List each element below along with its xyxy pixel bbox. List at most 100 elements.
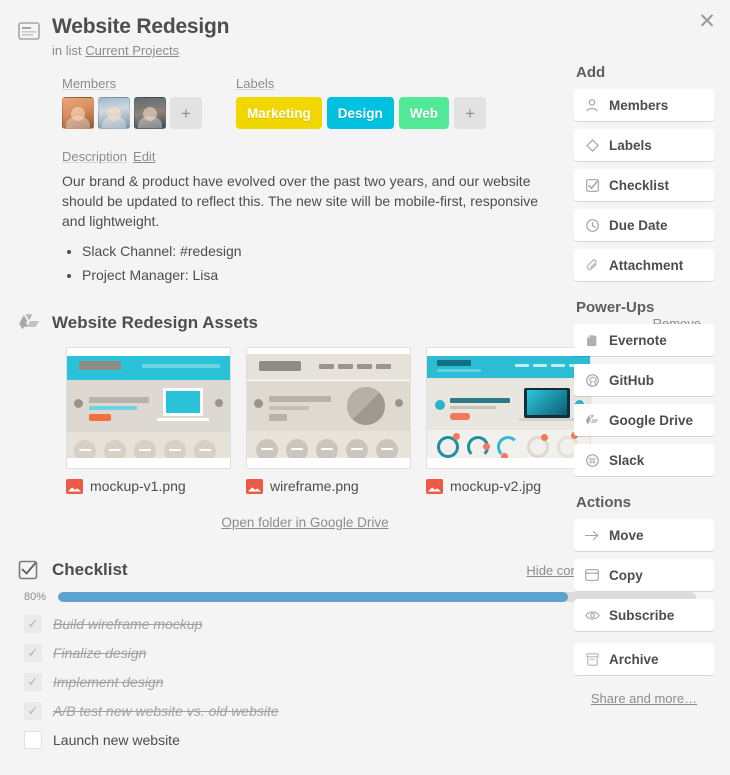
sidebar-item-subscribe[interactable]: Subscribe (574, 599, 714, 631)
checklist-item-label: Implement design (53, 673, 164, 690)
card-window-icon (18, 14, 44, 40)
sidebar-item-label: Checklist (609, 177, 670, 193)
checklist-checkbox[interactable]: ✓ (24, 701, 42, 720)
open-folder-link[interactable]: Open folder in Google Drive (221, 515, 388, 530)
card-detail-panel: ✕ Website Redesign in list Current Proje… (0, 0, 730, 775)
image-file-icon (246, 478, 263, 494)
checklist-title: Checklist (52, 560, 128, 579)
description-bullet: Project Manager: Lisa (82, 263, 544, 287)
members-heading[interactable]: Members (62, 76, 202, 91)
attachment-item: mockup-v1.png (66, 347, 231, 494)
sidebar-item-label: Archive (609, 651, 659, 667)
label-design[interactable]: Design (326, 97, 394, 129)
description-bullets: Slack Channel: #redesign Project Manager… (62, 239, 544, 287)
sidebar-heading-power-ups: Power-Ups (576, 299, 655, 316)
clock-icon (584, 218, 600, 232)
sidebar-item-labels[interactable]: Labels (574, 129, 714, 161)
checklist-item-label: Launch new website (53, 731, 180, 748)
checklist-checkbox[interactable] (24, 730, 42, 749)
breadcrumb: in list Current Projects (52, 43, 229, 58)
label-marketing[interactable]: Marketing (236, 97, 322, 129)
member-avatar-2[interactable] (98, 97, 130, 129)
member-avatar-1[interactable] (62, 97, 94, 129)
label-web[interactable]: Web (398, 97, 450, 129)
attachment-filename-row[interactable]: mockup-v1.png (66, 478, 231, 494)
archive-box-icon (584, 652, 600, 666)
sidebar-item-move[interactable]: Move (574, 519, 714, 551)
description-bullet: Slack Channel: #redesign (82, 239, 544, 263)
progress-fill (58, 592, 569, 602)
attachment-filename: wireframe.png (270, 478, 359, 494)
sidebar-item-label: Evernote (609, 332, 667, 348)
sidebar-item-label: Copy (609, 567, 643, 583)
checklist-item-label: Finalize design (53, 644, 147, 661)
sidebar-item-label: Subscribe (609, 607, 675, 623)
checklist-item-label: Build wireframe mockup (53, 615, 203, 632)
sidebar-item-copy[interactable]: Copy (574, 559, 714, 591)
tag-icon (584, 138, 600, 152)
checklist-item[interactable]: Launch new website (24, 725, 714, 754)
attachment-filename: mockup-v2.jpg (450, 478, 542, 494)
wireframe-thumbnail[interactable] (246, 347, 411, 469)
sidebar-item-archive[interactable]: Archive (574, 643, 714, 675)
checklist-checkbox[interactable]: ✓ (24, 672, 42, 691)
evernote-icon (584, 334, 600, 347)
attachment-item: wireframe.png (246, 347, 411, 494)
checkbox-icon (584, 178, 600, 192)
close-icon[interactable]: ✕ (694, 8, 720, 34)
paperclip-icon (584, 258, 600, 272)
attachment-item: mockup-v2.jpg (426, 347, 591, 494)
google-drive-icon (18, 313, 44, 333)
sidebar-item-evernote[interactable]: Evernote (574, 324, 714, 356)
person-icon (584, 98, 600, 112)
sidebar-item-github[interactable]: GitHub (574, 364, 714, 396)
sidebar-item-label: Labels (609, 137, 652, 153)
progress-percent-label: 80% (24, 591, 47, 603)
in-list-prefix: in list (52, 43, 82, 58)
checklist-item-label: A/B test new website vs. old website (53, 702, 279, 719)
image-file-icon (426, 478, 443, 494)
labels-list: Marketing Design Web + (236, 97, 487, 129)
add-label-button[interactable]: + (454, 97, 487, 129)
description-body: Our brand & product have evolved over th… (62, 173, 538, 229)
page-title: Website Redesign (52, 15, 230, 38)
sidebar-item-checklist[interactable]: Checklist (574, 169, 714, 201)
member-avatar-3[interactable] (134, 97, 166, 129)
share-and-more-link[interactable]: Share and more… (574, 691, 714, 706)
sidebar-item-slack[interactable]: Slack (574, 444, 714, 476)
list-name-link[interactable]: Current Projects (85, 43, 179, 58)
arrow-right-icon (584, 530, 600, 541)
description-edit-link[interactable]: Edit (133, 149, 155, 164)
github-icon (584, 373, 600, 387)
sidebar-item-attachment[interactable]: Attachment (574, 249, 714, 281)
card-sidebar: Add Members Labels Checklist Due Date At… (574, 64, 714, 706)
image-file-icon (66, 478, 83, 494)
mockup-v2-thumbnail[interactable] (426, 347, 591, 469)
sidebar-item-label: GitHub (609, 372, 654, 388)
eye-icon (584, 610, 600, 621)
attachment-filename: mockup-v1.png (90, 478, 186, 494)
card-header-text: Website Redesign in list Current Project… (52, 14, 229, 58)
attachment-filename-row[interactable]: mockup-v2.jpg (426, 478, 591, 494)
slack-icon (584, 453, 600, 467)
sidebar-item-google-drive[interactable]: Google Drive (574, 404, 714, 436)
google-drive-icon (584, 414, 600, 427)
sidebar-item-members[interactable]: Members (574, 89, 714, 121)
mockup-v1-thumbnail[interactable] (66, 347, 231, 469)
attachment-filename-row[interactable]: wireframe.png (246, 478, 411, 494)
sidebar-item-label: Attachment (609, 257, 684, 273)
sidebar-item-label: Slack (609, 452, 645, 468)
sidebar-item-label: Due Date (609, 217, 668, 233)
checklist-checkbox[interactable]: ✓ (24, 643, 42, 662)
sidebar-heading-actions: Actions (576, 494, 632, 511)
labels-heading[interactable]: Labels (236, 76, 486, 91)
sidebar-item-label: Members (609, 97, 669, 113)
description-heading-row: Description Edit (62, 149, 544, 164)
attachments-title: Website Redesign Assets (52, 313, 258, 332)
members-block: Members + (62, 76, 202, 129)
sidebar-item-label: Google Drive (609, 412, 694, 428)
labels-block: Labels Marketing Design Web + (236, 76, 487, 129)
add-member-button[interactable]: + (170, 97, 202, 129)
sidebar-item-due-date[interactable]: Due Date (574, 209, 714, 241)
checklist-checkbox[interactable]: ✓ (24, 614, 42, 633)
